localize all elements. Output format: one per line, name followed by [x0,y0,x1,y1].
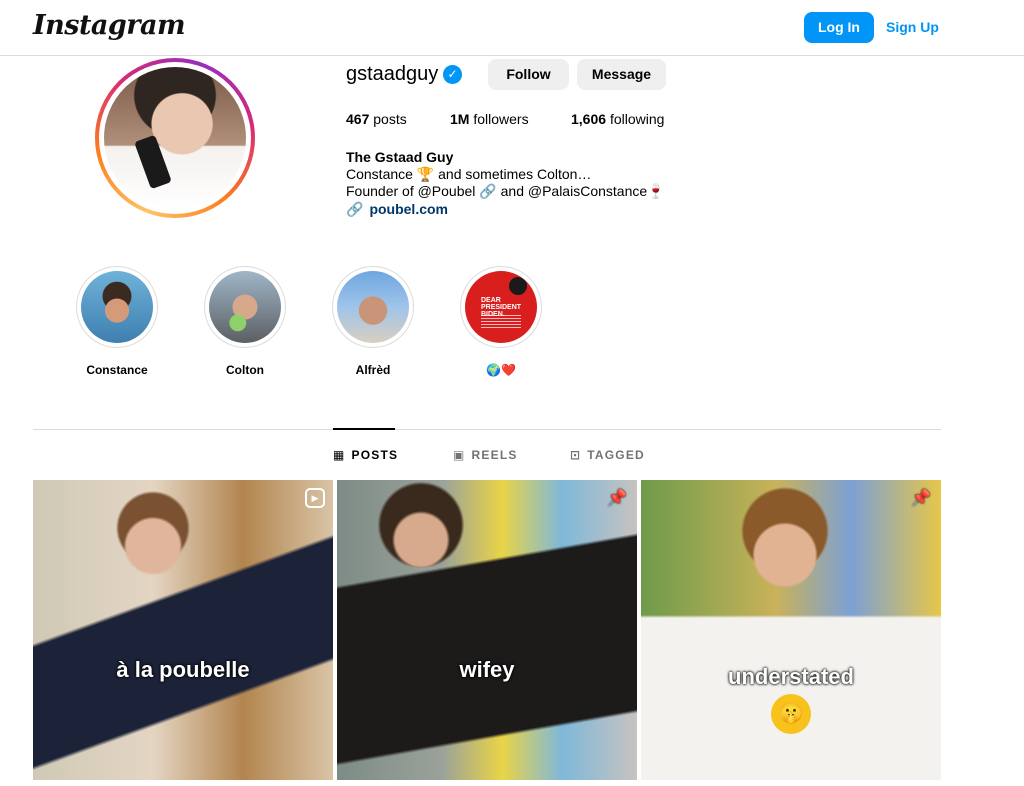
stat-followers[interactable]: 1M followers [450,111,529,127]
login-button[interactable]: Log In [804,12,874,43]
tabs-divider [33,429,941,430]
avatar-phone-detail [134,134,172,190]
profile-username: gstaadguy [346,63,439,85]
followers-label: followers [473,111,529,127]
signup-button[interactable]: Sign Up [886,12,939,43]
tab-label: POSTS [351,448,399,462]
highlight-cover-image [337,271,409,343]
stat-posts: 467 posts [346,111,407,127]
post-tile[interactable]: ▶ à la poubelle [33,480,333,780]
tagged-icon: ⊡ [570,448,582,462]
bio-line-2: Founder of @Poubel 🔗 and @PalaisConstanc… [346,183,665,199]
highlight-colton[interactable]: Colton [204,266,286,377]
highlight-label: Constance [86,363,148,377]
highlight-constance[interactable]: Constance [76,266,158,377]
highlight-cover-image [81,271,153,343]
verified-badge-icon: ✓ [443,65,462,84]
highlight-ring: DEAR PRESIDENT BIDEN. [460,266,542,348]
highlight-ring [204,266,286,348]
post-caption-overlay: à la poubelle [116,657,250,682]
follow-button[interactable]: Follow [488,59,569,90]
pin-icon: 📌 [911,490,931,507]
highlight-cover-image: DEAR PRESIDENT BIDEN. [465,271,537,343]
pin-icon: 📌 [607,490,627,507]
post-caption-overlay: understated [728,664,854,689]
highlight-label: Colton [226,363,264,377]
tab-tagged[interactable]: ⊡ TAGGED [570,448,645,462]
post-tile[interactable]: 📌 understated 🤫 [641,480,941,780]
following-label: following [609,111,665,127]
highlight-ring [76,266,158,348]
top-navigation-bar: Instagram Log In Sign Up [0,0,1024,56]
posts-label: posts [373,111,407,127]
stat-following[interactable]: 1,606 following [571,111,664,127]
link-icon: 🔗 [346,201,364,217]
reels-icon: ▣ [453,448,466,462]
highlight-alfred[interactable]: Alfrèd [332,266,414,377]
following-count: 1,606 [571,111,607,127]
bio-line-1: Constance 🏆 and sometimes Colton… [346,166,592,182]
tab-label: REELS [471,448,518,462]
tab-posts[interactable]: ▦ POSTS [333,448,398,462]
highlight-cover-image [209,271,281,343]
message-button[interactable]: Message [577,59,666,90]
reel-icon: ▶ [305,488,325,508]
followers-count: 1M [450,111,470,127]
instagram-logo[interactable]: Instagram [33,10,186,41]
grid-icon: ▦ [333,448,346,462]
link-text: poubel.com [369,201,448,217]
highlight-label: Alfrèd [355,363,391,377]
avatar-border [99,62,251,214]
tab-reels[interactable]: ▣ REELS [453,448,518,462]
poubel-logo-icon [509,277,527,295]
profile-external-link[interactable]: 🔗 poubel.com [346,201,448,218]
posts-count: 467 [346,111,370,127]
highlight-ring [332,266,414,348]
cover-text-lines [481,315,521,329]
shush-emoji-icon: 🤫 [771,694,811,734]
profile-avatar-story-ring[interactable] [95,58,255,218]
post-tile[interactable]: 📌 wifey [337,480,637,780]
profile-full-name: The Gstaad Guy [346,149,454,165]
highlight-label: 🌍❤️ [486,363,516,377]
active-tab-indicator [333,428,395,430]
tab-label: TAGGED [587,448,645,462]
profile-avatar [104,67,246,209]
post-caption-overlay: wifey [459,657,515,682]
highlight-globe-heart[interactable]: DEAR PRESIDENT BIDEN. 🌍❤️ [460,266,542,377]
